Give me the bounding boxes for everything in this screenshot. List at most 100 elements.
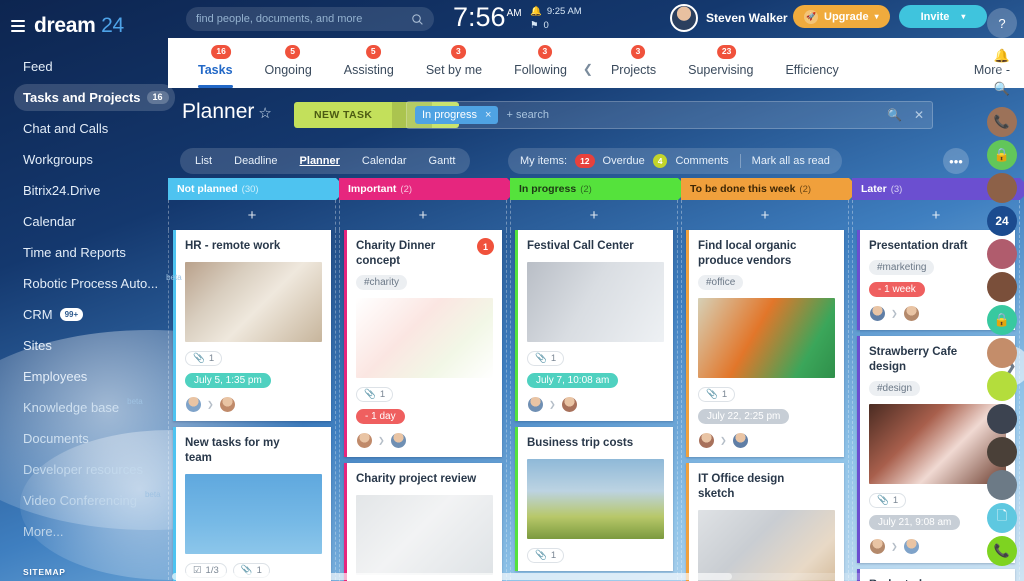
sidebar-item-calendar[interactable]: Calendar [14, 208, 85, 235]
view-gantt[interactable]: Gantt [418, 155, 467, 167]
sidebar-item-bitrix24-drive[interactable]: Bitrix24.Drive [14, 177, 109, 204]
task-card[interactable]: Charity project review📎1 [344, 462, 502, 581]
avatar[interactable] [869, 537, 886, 555]
global-search-box[interactable] [186, 7, 434, 31]
more-options-button[interactable]: ••• [943, 148, 969, 174]
notifications-icon[interactable]: 🔔 [987, 41, 1017, 71]
column-header[interactable]: To be done this week (2) [681, 178, 860, 200]
avatar[interactable] [218, 395, 236, 413]
star-outline-icon[interactable]: ☆ [258, 105, 271, 122]
sidebar-item-time-and-reports[interactable]: Time and Reports [14, 239, 135, 266]
bitrix24-icon[interactable]: 24 [987, 206, 1017, 236]
avatar[interactable] [389, 431, 407, 449]
task-card[interactable]: Find local organic produce vendors #offic… [686, 230, 844, 457]
scrollbar-thumb[interactable] [172, 573, 732, 580]
call-icon[interactable]: 📞 [987, 107, 1017, 137]
view-planner[interactable]: Planner [289, 155, 351, 167]
sidebar-item-developer-resources[interactable]: Developer resources [14, 456, 152, 483]
document-icon[interactable]: 🗋 [987, 503, 1017, 533]
avatar[interactable] [902, 304, 920, 322]
filter-chip-in-progress[interactable]: In progress × [415, 106, 499, 124]
task-deadline-pill[interactable]: - 1 week [869, 281, 925, 297]
task-tag[interactable]: #charity [356, 274, 408, 290]
help-icon[interactable]: ? [987, 8, 1017, 38]
filter-bar[interactable]: In progress × + search 🔍 ✕ [406, 101, 933, 129]
task-tag[interactable]: #design [869, 380, 921, 396]
lock-teal-icon[interactable]: 🔒 [987, 305, 1017, 335]
lime-icon[interactable] [987, 371, 1017, 401]
phone-green-icon[interactable]: 📞 [987, 536, 1017, 566]
add-task-to-column-button[interactable]: + [681, 200, 849, 230]
tab-ongoing[interactable]: Ongoing 5 [249, 45, 328, 88]
sidebar-item-robotic-process-auto[interactable]: Robotic Process Auto... beta [14, 270, 191, 297]
add-task-to-column-button[interactable]: + [339, 200, 507, 230]
contact-avatar[interactable] [987, 173, 1017, 203]
task-tag[interactable]: #office [698, 274, 744, 290]
avatar[interactable] [731, 431, 749, 449]
column-header[interactable]: Important (2) [339, 178, 518, 200]
tab-efficiency[interactable]: Efficiency [769, 63, 854, 88]
view-deadline[interactable]: Deadline [223, 155, 288, 167]
sidebar-item-video-conferencing[interactable]: Video Conferencing beta [14, 487, 170, 514]
column-header[interactable]: Not planned (30) [168, 178, 347, 200]
mark-all-as-read-link[interactable]: Mark all as read [752, 155, 830, 167]
sidebar-item-crm[interactable]: CRM 99+ [14, 301, 92, 328]
brand-logo-row[interactable]: dream 24 [0, 0, 168, 40]
sidebar-item-more[interactable]: More... [14, 518, 72, 545]
task-deadline-pill[interactable]: July 7, 10:08 am [527, 372, 619, 388]
column-header[interactable]: In progress (2) [510, 178, 689, 200]
contact-avatar[interactable] [987, 437, 1017, 467]
view-list[interactable]: List [184, 155, 223, 167]
tab-set-by-me[interactable]: Set by me 3 [410, 45, 498, 88]
task-deadline-pill[interactable]: July 22, 2:25 pm [698, 408, 790, 424]
task-deadline-pill[interactable]: July 21, 9:08 am [869, 514, 961, 530]
avatar[interactable] [560, 395, 578, 413]
add-task-to-column-button[interactable]: + [168, 200, 336, 230]
lock-green-icon[interactable]: 🔒 [987, 140, 1017, 170]
flag-row[interactable]: ⚑ 0 [530, 19, 582, 33]
contact-avatar[interactable] [987, 338, 1017, 368]
filter-search-input[interactable]: + search [506, 109, 875, 121]
upgrade-button[interactable]: 🚀 Upgrade ▾ [793, 5, 890, 28]
invite-button[interactable]: Invite ▾ [899, 5, 987, 28]
sidebar-item-employees[interactable]: Employees [14, 363, 96, 390]
tab-assisting[interactable]: Assisting 5 [328, 45, 410, 88]
search-icon[interactable]: 🔍 [987, 74, 1017, 104]
tab-supervising[interactable]: Supervising 23 [672, 45, 769, 88]
sidebar-item-knowledge-base[interactable]: Knowledge base beta [14, 394, 152, 421]
tab-tasks[interactable]: Tasks 16 [182, 45, 249, 88]
horizontal-scrollbar[interactable] [172, 573, 992, 580]
add-task-to-column-button[interactable]: + [510, 200, 678, 230]
hamburger-icon[interactable] [11, 19, 25, 32]
sidebar-item-sites[interactable]: Sites [14, 332, 61, 359]
avatar[interactable] [902, 537, 920, 555]
contact-avatar[interactable] [987, 272, 1017, 302]
sidebar-item-workgroups[interactable]: Workgroups [14, 146, 102, 173]
contact-avatar[interactable] [987, 470, 1017, 500]
avatar[interactable] [869, 304, 886, 322]
task-card[interactable]: HR - remote work 📎 1 July 5, 1:35 pm ❯ [173, 230, 331, 421]
comments-label[interactable]: Comments [675, 155, 728, 167]
chevron-left-icon[interactable]: ❮ [583, 62, 595, 88]
close-icon[interactable]: ✕ [914, 108, 924, 122]
task-deadline-pill[interactable]: - 1 day [356, 408, 405, 424]
task-card[interactable]: IT Office design sketch [686, 462, 844, 581]
close-icon[interactable]: × [485, 109, 491, 121]
contact-avatar[interactable] [987, 404, 1017, 434]
contact-avatar[interactable] [987, 239, 1017, 269]
alarm-row[interactable]: 🔔 9:25 AM [530, 5, 582, 19]
avatar[interactable] [698, 431, 715, 449]
search-input[interactable] [196, 13, 411, 25]
task-card[interactable]: New tasks for my team ☑ 1/3 📎 1 [173, 426, 331, 581]
task-deadline-pill[interactable]: July 5, 1:35 pm [185, 372, 271, 388]
search-icon[interactable]: 🔍 [887, 108, 902, 122]
sidebar-link-sitemap[interactable]: SITEMAP [0, 561, 168, 581]
tab-following[interactable]: Following 3 [498, 45, 583, 88]
sidebar-item-tasks-and-projects[interactable]: Tasks and Projects 16 [14, 84, 175, 111]
task-card[interactable]: Festival Call Center 📎 1 July 7, 10:08 am ❯ [515, 230, 673, 421]
task-card[interactable]: Business trip costs 📎 1 [515, 426, 673, 571]
sidebar-item-documents[interactable]: Documents [14, 425, 98, 452]
avatar[interactable] [185, 395, 202, 413]
avatar[interactable] [527, 395, 544, 413]
view-calendar[interactable]: Calendar [351, 155, 418, 167]
